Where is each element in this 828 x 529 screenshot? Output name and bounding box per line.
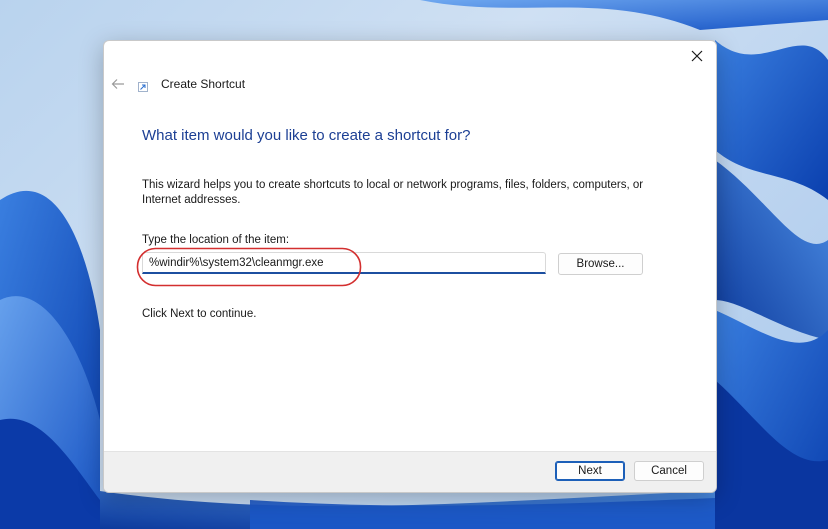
browse-button[interactable]: Browse... [558,253,643,275]
next-button[interactable]: Next [555,461,625,481]
title-bar: Create Shortcut [104,71,716,99]
create-shortcut-dialog: Create Shortcut What item would you like… [103,40,717,493]
location-label: Type the location of the item: [142,234,290,246]
back-button[interactable] [110,76,126,92]
location-input[interactable] [142,252,546,274]
dialog-footer: Next Cancel [104,451,716,492]
wizard-heading: What item would you like to create a sho… [142,127,471,144]
wizard-description: This wizard helps you to create shortcut… [142,179,644,206]
close-icon [691,50,703,62]
shortcut-icon [138,82,148,92]
close-button[interactable] [684,45,710,67]
cancel-button[interactable]: Cancel [634,461,704,481]
continue-hint: Click Next to continue. [142,308,257,320]
window-title: Create Shortcut [161,77,246,91]
back-arrow-icon [111,79,124,89]
